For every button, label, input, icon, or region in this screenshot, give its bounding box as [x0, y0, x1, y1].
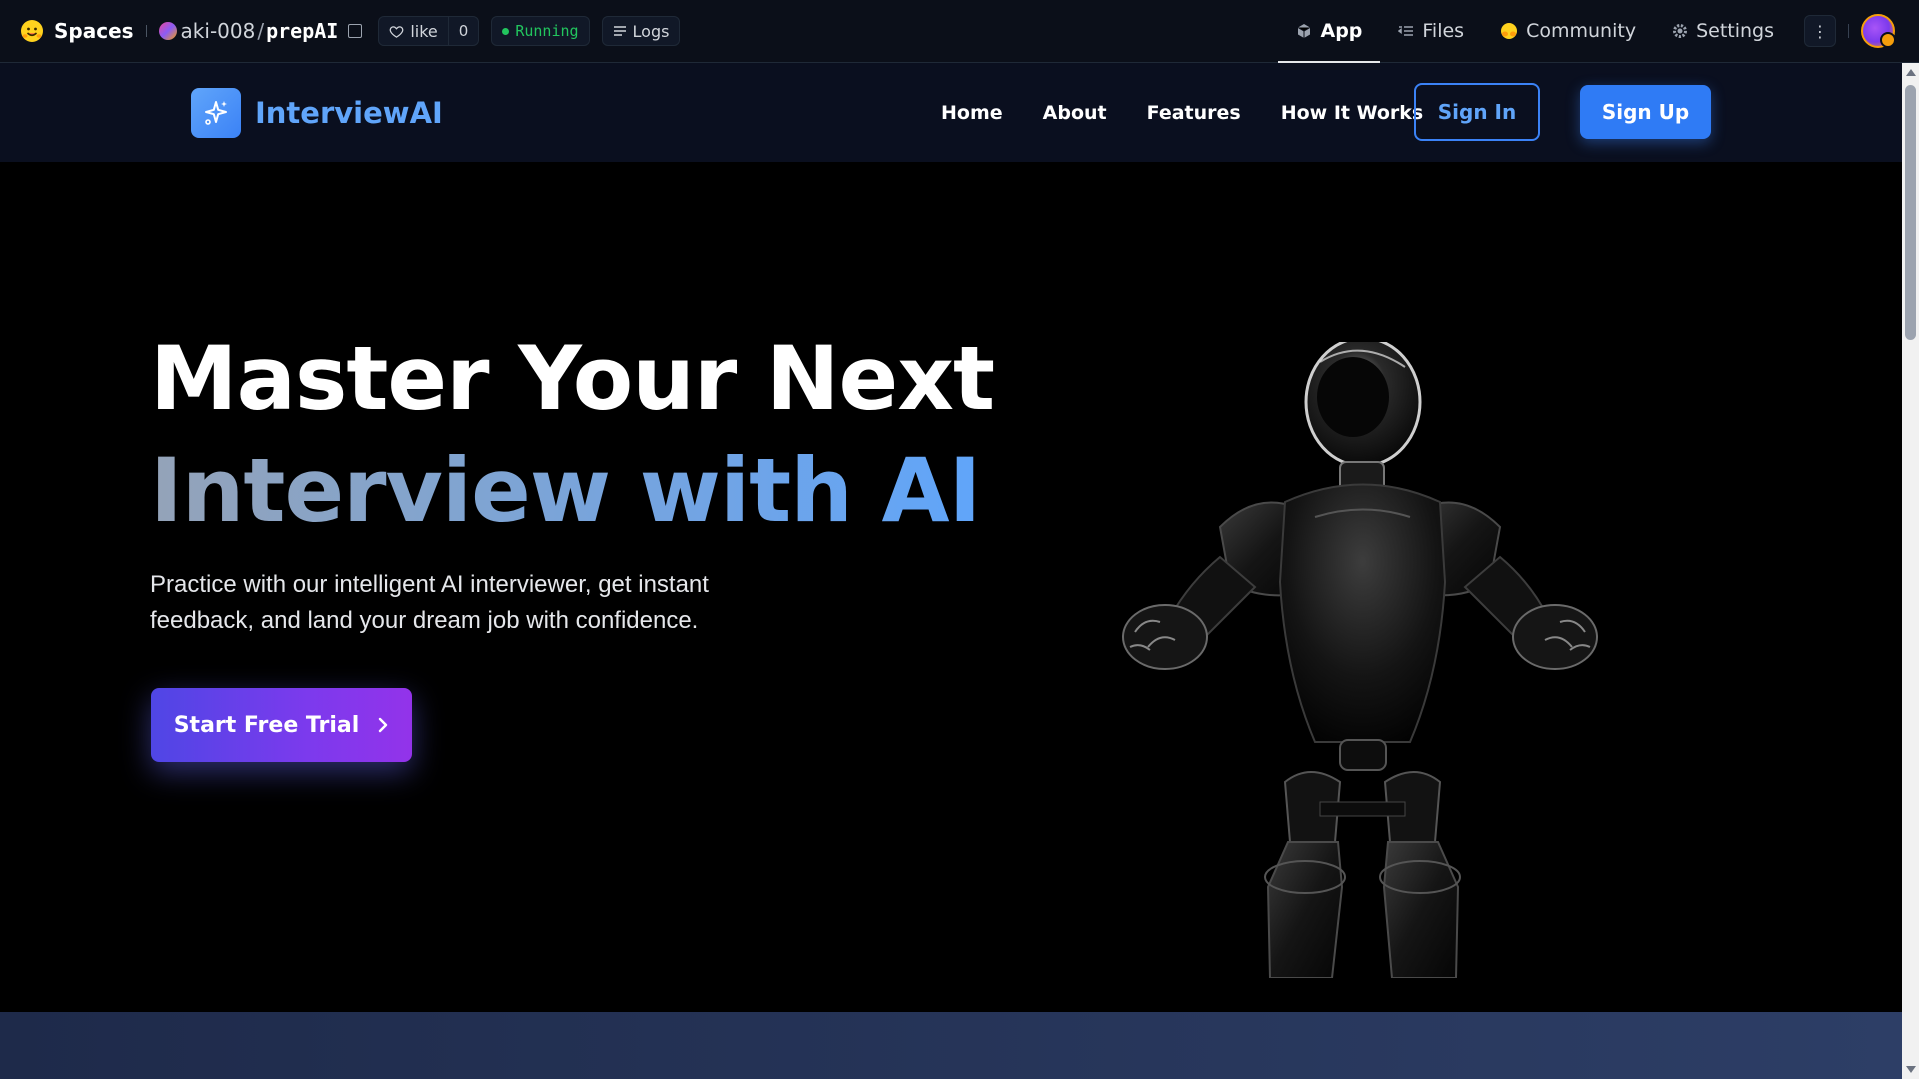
robot-illustration: [1122, 342, 1598, 978]
heart-icon: [389, 25, 404, 38]
status-dot-icon: [502, 27, 510, 35]
hero-title-line-1: Master Your Next: [150, 327, 995, 430]
tab-files-label: Files: [1422, 20, 1465, 42]
scrollbar-thumb[interactable]: [1905, 85, 1916, 340]
space-app-frame: InterviewAI Home About Features How It W…: [0, 63, 1902, 1079]
tab-community-label: Community: [1526, 20, 1637, 42]
cta-label: Start Free Trial: [173, 712, 360, 738]
brand-name: InterviewAI: [255, 96, 443, 130]
tab-app-label: App: [1320, 20, 1363, 42]
running-status-badge[interactable]: Running: [491, 16, 590, 46]
huggingface-logo-icon[interactable]: [20, 19, 44, 43]
logs-label: Logs: [632, 21, 670, 41]
sign-in-button[interactable]: Sign In: [1414, 83, 1540, 141]
divider: [1848, 24, 1849, 38]
logs-icon: [613, 26, 626, 36]
brand-logo-link[interactable]: InterviewAI: [191, 88, 443, 138]
status-label: Running: [515, 22, 579, 40]
hero-section: Master Your Next Interview with AI Pract…: [0, 162, 1902, 1012]
start-free-trial-button[interactable]: Start Free Trial: [151, 688, 412, 762]
nav-links: Home About Features How It Works: [941, 63, 1463, 162]
chevron-right-icon: [379, 717, 388, 733]
path-slash: /: [257, 19, 265, 43]
owner-link[interactable]: aki-008: [181, 19, 256, 43]
nav-about[interactable]: About: [1043, 102, 1107, 124]
sign-up-button[interactable]: Sign Up: [1580, 85, 1711, 139]
files-icon: [1398, 26, 1414, 36]
logs-button[interactable]: Logs: [601, 16, 681, 46]
owner-avatar: [158, 22, 177, 40]
scroll-down-arrow-icon[interactable]: [1906, 1066, 1916, 1073]
scroll-up-arrow-icon[interactable]: [1906, 69, 1916, 76]
divider: [145, 25, 147, 37]
gear-icon: [1673, 24, 1688, 38]
more-options-icon: ⋮: [1812, 21, 1828, 41]
user-avatar[interactable]: [1861, 14, 1896, 48]
site-navbar: InterviewAI Home About Features How It W…: [0, 63, 1902, 162]
hero-title-line-2: Interview with AI: [150, 439, 981, 542]
nav-features[interactable]: Features: [1147, 102, 1241, 124]
nav-home[interactable]: Home: [941, 102, 1003, 124]
hero-description: Practice with our intelligent AI intervi…: [150, 571, 709, 634]
tab-community[interactable]: Community: [1482, 0, 1654, 62]
like-group: like 0: [378, 16, 480, 46]
more-options-button[interactable]: ⋮: [1804, 15, 1836, 47]
like-label: like: [410, 21, 438, 41]
hf-header: Spaces aki-008 / prepAI like 0 Running L…: [0, 0, 1919, 63]
spaces-link[interactable]: Spaces: [54, 19, 134, 43]
next-section-band: [0, 1012, 1902, 1079]
nav-how-it-works[interactable]: How It Works: [1281, 102, 1424, 124]
sparkles-icon: [191, 88, 241, 138]
tab-files[interactable]: Files: [1380, 0, 1482, 62]
copy-icon[interactable]: [348, 24, 363, 38]
community-icon: [1501, 23, 1518, 39]
page-scrollbar[interactable]: [1902, 63, 1919, 1079]
like-button[interactable]: like: [379, 17, 447, 45]
tab-settings[interactable]: Settings: [1654, 0, 1792, 62]
repo-name-link[interactable]: prepAI: [266, 19, 338, 43]
tab-app[interactable]: App: [1278, 0, 1381, 63]
like-count[interactable]: 0: [447, 17, 479, 45]
tab-settings-label: Settings: [1696, 20, 1774, 42]
cube-icon: [1298, 24, 1311, 38]
